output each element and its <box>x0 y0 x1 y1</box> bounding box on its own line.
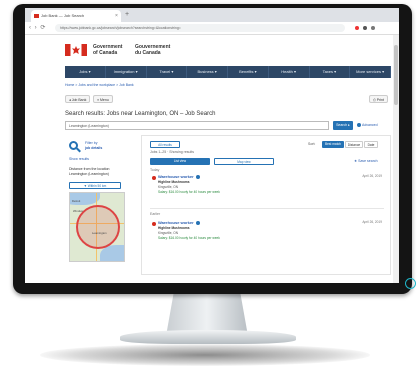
job-date: April 26, 2019 <box>362 220 382 224</box>
new-tab-button[interactable]: + <box>125 11 129 19</box>
scrollbar-thumb[interactable] <box>394 45 398 105</box>
show-results-link[interactable]: Show results <box>69 157 89 162</box>
menu-button[interactable]: ≡ Menu <box>93 95 113 103</box>
close-tab-icon[interactable]: × <box>115 10 118 22</box>
map-label: Windsor <box>73 209 84 213</box>
search-icon-handle <box>76 147 81 153</box>
monitor-stand-base <box>120 330 296 344</box>
job-bank-button[interactable]: ◂ Job Bank <box>65 95 91 103</box>
power-icon[interactable] <box>405 278 416 289</box>
menu-item-jobs[interactable]: Jobs ▾ <box>65 66 106 78</box>
print-button[interactable]: ⎙ Print <box>369 95 388 103</box>
main-menu-bar: Jobs ▾ Immigration ▾ Travel ▾ Business ▾… <box>65 66 391 78</box>
gc-signature-en: Government of Canada <box>93 44 123 56</box>
page-scrollbar[interactable] <box>393 35 399 283</box>
info-icon <box>195 220 200 225</box>
search-input[interactable]: Leamington (Leamington) <box>65 121 329 130</box>
map-label: Detroit <box>72 199 81 203</box>
job-result-card[interactable]: Warehouse worker Highline Mushrooms King… <box>152 174 382 204</box>
breadcrumb[interactable]: Home > Jobs and the workplace > Job Bank <box>65 83 134 87</box>
job-date: April 26, 2019 <box>362 174 382 178</box>
job-location: Kingsville, ON <box>158 185 179 189</box>
page-title: Search results: Jobs near Leamington, ON… <box>65 111 216 117</box>
menu-item-taxes[interactable]: Taxes ▾ <box>310 66 351 78</box>
browser-tab-bar: Job Bank — Job Search × + <box>25 8 399 22</box>
monitor-screen: Job Bank — Job Search × + ‹ › ⟳ https://… <box>25 8 399 283</box>
sort-distance[interactable]: Distance <box>345 141 363 148</box>
nav-arrows-icon[interactable]: ‹ › ⟳ <box>29 24 46 31</box>
group-label-today: Today <box>150 168 160 172</box>
results-filter-pill[interactable]: All results <box>150 141 180 148</box>
web-page: Government of Canada Gouvernement du Can… <box>25 35 399 283</box>
sort-date[interactable]: Date <box>364 141 378 148</box>
menu-item-travel[interactable]: Travel ▾ <box>147 66 188 78</box>
menu-item-health[interactable]: Health ▾ <box>269 66 310 78</box>
menu-item-benefits[interactable]: Benefits ▾ <box>228 66 269 78</box>
job-salary: Salary: $16.00 hourly for 40 hours per w… <box>158 190 220 194</box>
location-pin-icon <box>152 222 156 226</box>
radius-location: Leamington (Leamington) <box>69 172 109 176</box>
plus-icon <box>357 123 361 128</box>
search-button[interactable]: Search ▸ <box>333 121 353 130</box>
search-radius-map[interactable]: Windsor Leamington Detroit <box>69 192 125 262</box>
job-employer: Highline Mushrooms <box>158 226 190 230</box>
job-salary: Salary: $16.00 hourly for 40 hours per w… <box>158 236 220 240</box>
radius-dropdown[interactable]: ▼ Within 50 km <box>69 182 121 189</box>
job-location: Kingsville, ON <box>158 231 179 235</box>
extension-icon[interactable] <box>355 26 359 30</box>
menu-kebab-icon[interactable] <box>371 26 375 30</box>
menu-item-immigration[interactable]: Immigration ▾ <box>106 66 147 78</box>
results-panel: All results Jobs 1–25 · Showing results … <box>141 135 391 275</box>
results-divider <box>150 208 384 209</box>
browser-tab[interactable]: Job Bank — Job Search × <box>31 10 121 22</box>
location-pin-icon <box>152 176 156 180</box>
job-employer: Highline Mushrooms <box>158 180 190 184</box>
tab-title: Job Bank — Job Search <box>41 13 85 18</box>
results-count: Jobs 1–25 · Showing results <box>150 150 194 154</box>
filter-title: Filter by job details <box>85 141 103 150</box>
job-title-link[interactable]: Warehouse worker <box>158 220 200 225</box>
sort-label: Sort: <box>308 142 316 146</box>
address-bar: ‹ › ⟳ https://www.jobbank.gc.ca/jobsearc… <box>25 22 399 35</box>
group-label-earlier: Earlier <box>150 212 161 216</box>
gc-signature-fr: Gouvernement du Canada <box>135 44 171 56</box>
job-result-card[interactable]: Warehouse worker Highline Mushrooms King… <box>152 220 382 250</box>
radius-label: Distance from the location <box>69 167 110 171</box>
menu-item-business[interactable]: Business ▾ <box>187 66 228 78</box>
extension-icon[interactable] <box>363 26 367 30</box>
menu-item-more[interactable]: More services ▾ <box>350 66 391 78</box>
tab-list-view[interactable]: List view <box>150 158 210 165</box>
advanced-search-link[interactable]: Advanced <box>357 121 378 130</box>
filter-sidebar: Filter by job details Show results Dista… <box>65 135 135 275</box>
gc-header: Government of Canada Gouvernement du Can… <box>25 35 399 65</box>
map-label: Leamington <box>92 231 107 235</box>
stand-shadow <box>40 344 370 366</box>
job-title-link[interactable]: Warehouse worker <box>158 174 200 179</box>
tab-map-view[interactable]: Map view <box>214 158 274 165</box>
info-icon <box>195 174 200 179</box>
canada-flag-icon <box>34 14 39 18</box>
save-search-link[interactable]: ★ Save search <box>354 159 378 164</box>
sort-best-match[interactable]: Best match <box>322 141 344 148</box>
url-field[interactable]: https://www.jobbank.gc.ca/jobsearch/jobs… <box>55 24 345 32</box>
